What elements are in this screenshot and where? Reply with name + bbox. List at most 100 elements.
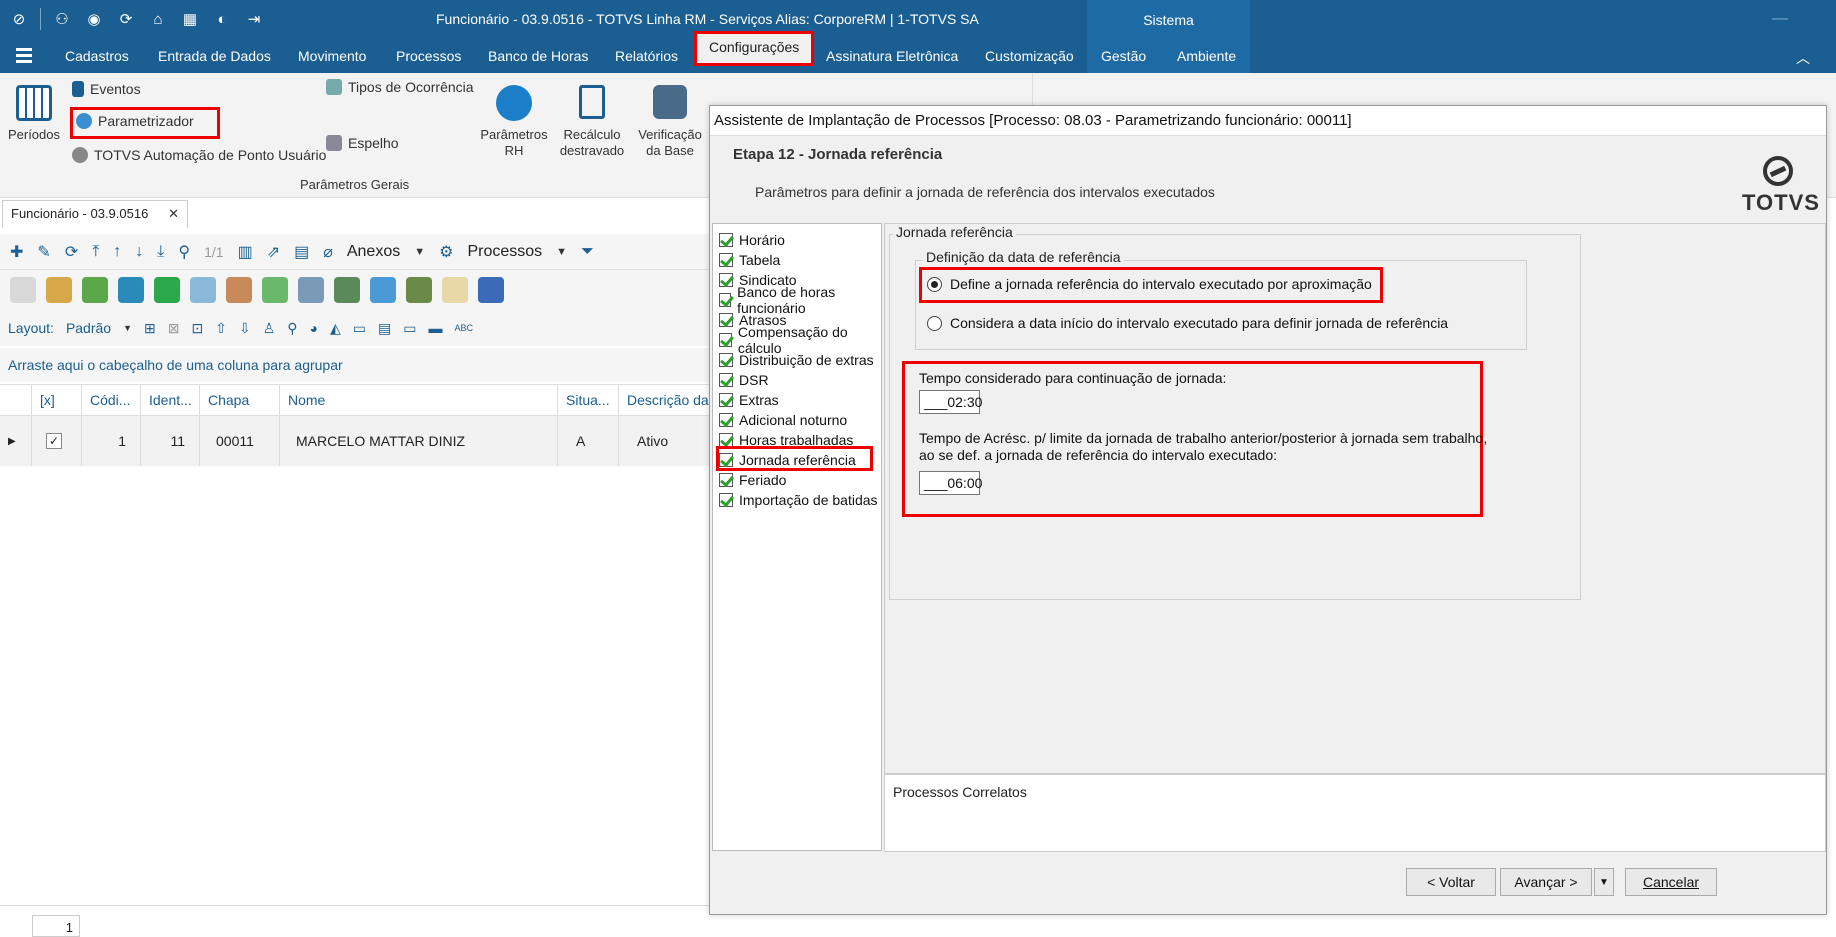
photo-icon[interactable] xyxy=(370,277,396,303)
document-tab[interactable]: Funcionário - 03.9.0516 ✕ xyxy=(2,200,188,228)
step-horario[interactable]: Horário xyxy=(719,230,785,250)
column-header-identificador[interactable]: Ident... xyxy=(141,385,200,415)
approve-icon[interactable] xyxy=(154,277,180,303)
card-icon[interactable] xyxy=(298,277,324,303)
menu-ambiente[interactable]: Ambiente xyxy=(1177,40,1236,73)
delete-layout-icon[interactable]: ⊠ xyxy=(168,320,180,337)
umbrella-icon[interactable] xyxy=(118,277,144,303)
save-layout-icon[interactable]: ⊡ xyxy=(191,320,203,337)
view-mode-4-icon[interactable]: ▬ xyxy=(428,320,442,336)
next-record-icon[interactable]: ↓ xyxy=(135,243,143,261)
view-mode-1-icon[interactable]: ▭ xyxy=(353,320,366,337)
step-tabela[interactable]: Tabela xyxy=(719,250,780,270)
chevron-down-icon[interactable]: ▼ xyxy=(556,246,567,258)
close-icon[interactable]: ✕ xyxy=(168,201,179,227)
exit-icon[interactable]: ⇥ xyxy=(243,8,265,30)
cancel-button[interactable]: Cancelar xyxy=(1625,868,1717,896)
column-header-descricao[interactable]: Descrição da xyxy=(619,385,710,415)
group-icon[interactable] xyxy=(334,277,360,303)
menu-relatorios[interactable]: Relatórios xyxy=(615,40,678,73)
next-dropdown-button[interactable]: ▼ xyxy=(1594,868,1614,896)
column-header-situacao[interactable]: Situa... xyxy=(558,385,619,415)
tempo-acrescimo-input[interactable]: ___06:00 xyxy=(919,471,982,495)
filter-icon[interactable]: ⏷ xyxy=(581,243,594,261)
tipos-ocorrencia-button[interactable]: Tipos de Ocorrência xyxy=(326,79,474,95)
menu-configuracoes[interactable]: Configurações xyxy=(694,31,815,66)
step-banco-de-horas[interactable]: Banco de horas funcionário xyxy=(719,284,881,316)
radio-option-data-inicio[interactable]: Considera a data início do intervalo exe… xyxy=(927,315,1448,331)
chevron-down-icon[interactable]: ▼ xyxy=(123,323,132,333)
search-icon[interactable]: ⚲ xyxy=(178,242,190,262)
table-row[interactable]: ▶ ✓ 1 11 00011 MARCELO MATTAR DINIZ A At… xyxy=(0,416,710,466)
calendar-icon[interactable] xyxy=(442,277,468,303)
brush-icon[interactable]: ♙ xyxy=(263,320,276,337)
abc-icon[interactable]: ABC xyxy=(454,323,473,333)
cancel-icon[interactable] xyxy=(226,277,252,303)
first-record-icon[interactable]: ⤒ xyxy=(92,243,99,261)
users-icon[interactable]: ⚇ xyxy=(51,8,73,30)
download-layout-icon[interactable]: ⇩ xyxy=(239,320,251,337)
step-importacao-batidas[interactable]: Importação de batidas xyxy=(719,490,878,510)
step-adicional-noturno[interactable]: Adicional noturno xyxy=(719,410,847,430)
previous-record-icon[interactable]: ↑ xyxy=(113,243,121,261)
verificacao-button[interactable]: Verificação da Base xyxy=(632,85,708,159)
step-feriado[interactable]: Feriado xyxy=(719,470,786,490)
mail-icon[interactable] xyxy=(262,277,288,303)
book-icon[interactable] xyxy=(478,277,504,303)
chart-icon[interactable]: ◭ xyxy=(330,320,341,337)
menu-entrada-de-dados[interactable]: Entrada de Dados xyxy=(158,40,271,73)
parametros-rh-button[interactable]: Parâmetros RH xyxy=(476,85,552,159)
palette-icon[interactable]: ◕ xyxy=(310,320,318,336)
eventos-button[interactable]: Eventos xyxy=(72,81,141,97)
column-header-chapa[interactable]: Chapa xyxy=(200,385,280,415)
espelho-button[interactable]: Espelho xyxy=(326,135,399,151)
refresh-icon[interactable]: ⟳ xyxy=(115,8,137,30)
menu-customizacao[interactable]: Customização xyxy=(985,40,1074,73)
clock-icon[interactable] xyxy=(190,277,216,303)
menu-gestao[interactable]: Gestão xyxy=(1101,40,1146,73)
anexos-button[interactable]: Anexos xyxy=(347,243,400,261)
recalculo-button[interactable]: Recálculo destravado xyxy=(554,85,630,159)
column-header-codigo[interactable]: Códi... xyxy=(82,385,141,415)
add-layout-icon[interactable]: ⊞ xyxy=(144,320,156,337)
step-distribuicao-extras[interactable]: Distribuição de extras xyxy=(719,350,874,370)
refresh-icon[interactable]: ⟳ xyxy=(65,242,78,262)
automacao-button[interactable]: TOTVS Automação de Ponto Usuário xyxy=(72,147,326,163)
calculator-icon[interactable]: ▦ xyxy=(179,8,201,30)
money-icon[interactable] xyxy=(82,277,108,303)
user-add-icon[interactable] xyxy=(406,277,432,303)
totvs-logo-icon[interactable]: ⊘ xyxy=(8,8,30,30)
step-extras[interactable]: Extras xyxy=(719,390,779,410)
export-icon[interactable]: ⇗ xyxy=(267,242,280,262)
column-header-nome[interactable]: Nome xyxy=(280,385,558,415)
collapse-ribbon-icon[interactable]: ︿ xyxy=(1796,48,1810,68)
view-mode-3-icon[interactable]: ▭ xyxy=(403,320,416,337)
report-icon[interactable]: ▤ xyxy=(294,242,309,262)
next-button[interactable]: Avançar > xyxy=(1500,868,1592,896)
row-checkbox[interactable]: ✓ xyxy=(32,416,82,466)
pin-icon[interactable]: ⚲ xyxy=(287,320,297,337)
menu-icon[interactable] xyxy=(16,48,32,64)
minimize-icon[interactable]: — xyxy=(1772,10,1788,28)
upload-layout-icon[interactable]: ⇧ xyxy=(215,320,227,337)
eye-icon[interactable]: ◉ xyxy=(83,8,105,30)
group-hint[interactable]: Arraste aqui o cabeçalho de uma coluna p… xyxy=(0,348,710,382)
home-icon[interactable]: ⌂ xyxy=(147,8,169,30)
menu-banco-de-horas[interactable]: Banco de Horas xyxy=(488,40,588,73)
layout-select[interactable]: Padrão xyxy=(66,320,111,336)
menu-movimento[interactable]: Movimento xyxy=(298,40,366,73)
continuacao-jornada-input[interactable]: ___02:30 xyxy=(919,390,982,414)
column-header-select[interactable]: [x] xyxy=(32,385,82,415)
step-compensacao[interactable]: Compensação do cálculo xyxy=(719,324,881,356)
attachment-icon[interactable]: ⌀ xyxy=(323,242,333,262)
page-number[interactable]: 1 xyxy=(32,915,80,937)
last-record-icon[interactable]: ⤓ xyxy=(157,243,164,261)
coins-icon[interactable] xyxy=(46,277,72,303)
processos-button[interactable]: Processos xyxy=(467,243,542,261)
menu-assinatura-eletronica[interactable]: Assinatura Eletrônica xyxy=(826,40,958,73)
globe-icon[interactable]: ◐ xyxy=(211,8,233,30)
menu-cadastros[interactable]: Cadastros xyxy=(65,40,129,73)
step-dsr[interactable]: DSR xyxy=(719,370,769,390)
add-icon[interactable]: ✚ xyxy=(10,242,23,262)
row-expand-icon[interactable]: ▶ xyxy=(0,416,32,466)
